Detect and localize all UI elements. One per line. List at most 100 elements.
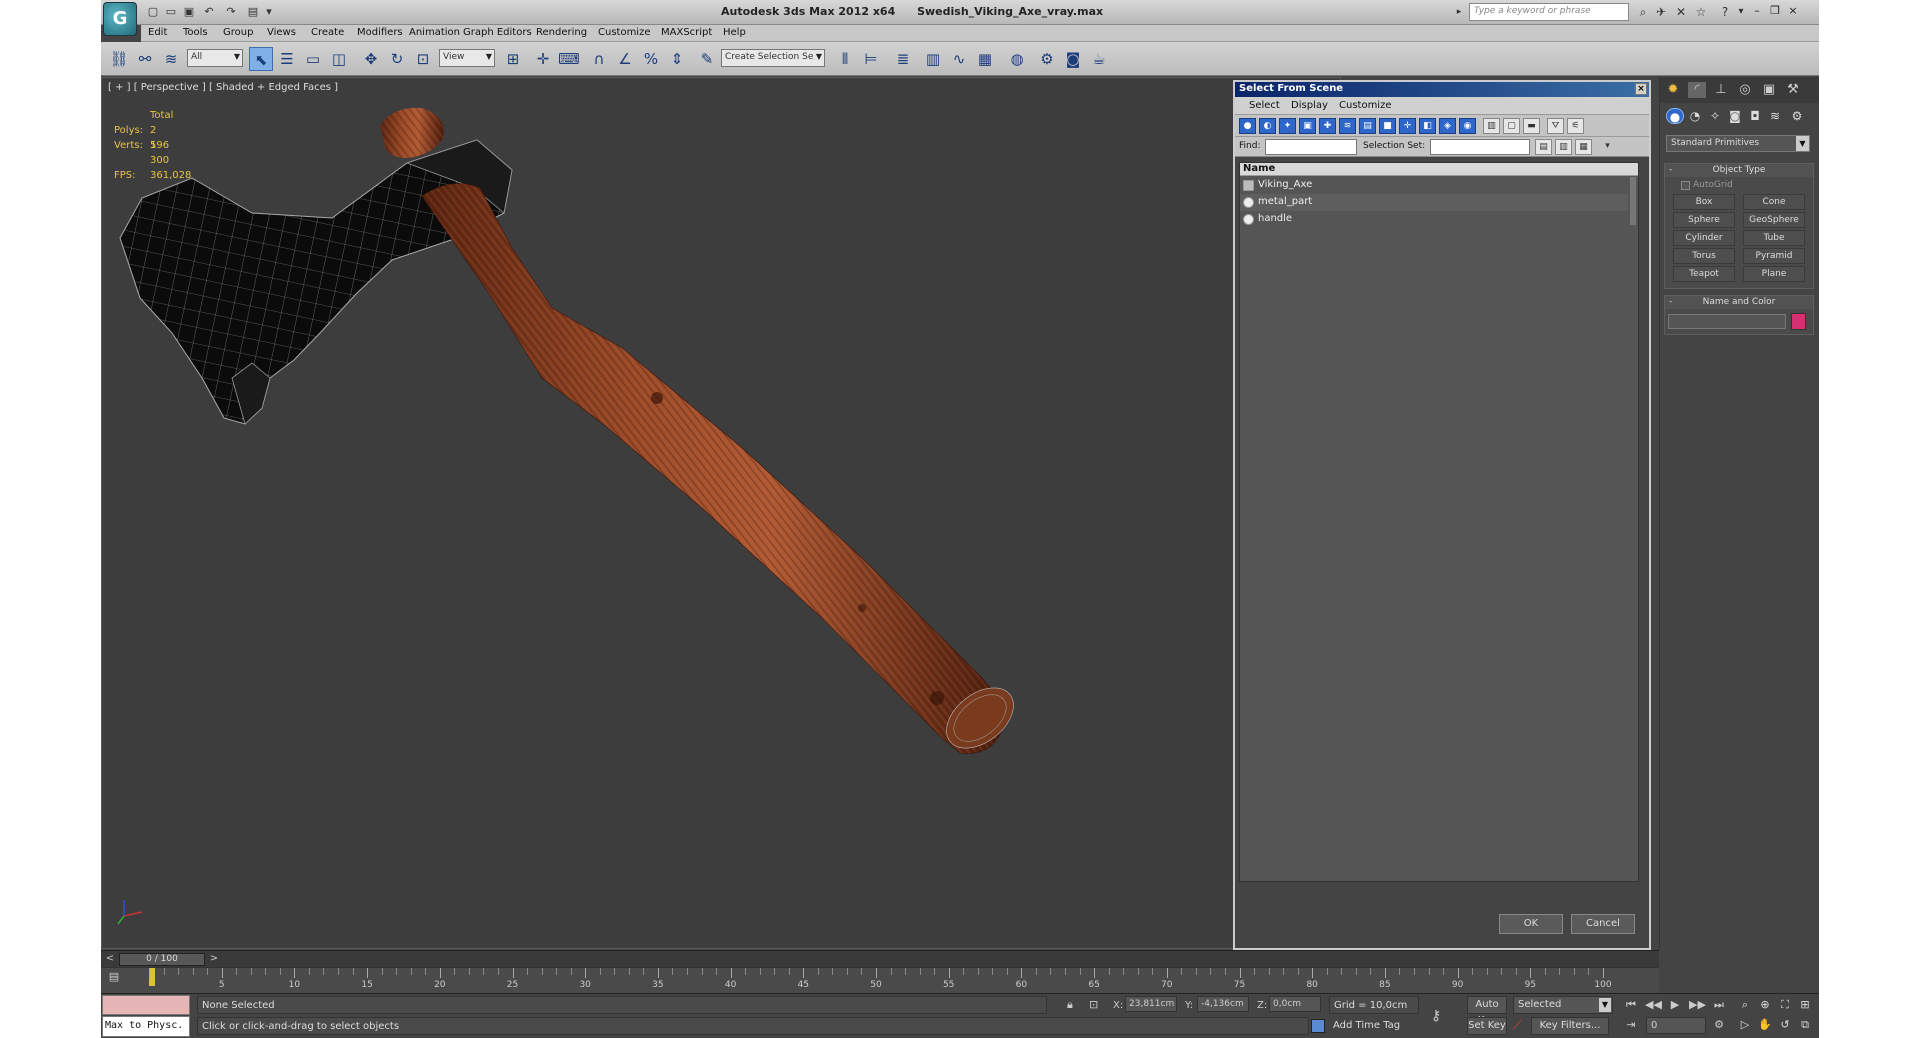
geosphere-button[interactable]: GeoSphere bbox=[1743, 212, 1805, 228]
z-coord-input[interactable]: 0,0cm bbox=[1269, 996, 1321, 1012]
display-hidden-icon[interactable]: ◉ bbox=[1459, 118, 1476, 134]
render-production-icon[interactable]: ☕ bbox=[1087, 47, 1111, 71]
filter-icon[interactable]: ⛛ bbox=[1547, 118, 1564, 134]
cylinder-button[interactable]: Cylinder bbox=[1673, 230, 1735, 246]
list-item[interactable]: Viking_Axe bbox=[1240, 177, 1628, 194]
name-and-color-header[interactable]: - Name and Color bbox=[1665, 296, 1813, 309]
close-icon[interactable]: × bbox=[1785, 4, 1801, 18]
display-bones-icon[interactable]: ✛ bbox=[1399, 118, 1416, 134]
go-to-start-icon[interactable]: ⏮ bbox=[1623, 997, 1639, 1013]
primitive-type-dropdown[interactable]: Standard Primitives bbox=[1666, 135, 1810, 152]
display-containers-icon[interactable]: ◧ bbox=[1419, 118, 1436, 134]
pyramid-button[interactable]: Pyramid bbox=[1743, 248, 1805, 264]
communication-icon[interactable]: ✕ bbox=[1673, 4, 1689, 20]
menu-edit[interactable]: Edit bbox=[148, 27, 167, 38]
set-key-button[interactable]: Set Key bbox=[1467, 1017, 1507, 1035]
autogrid-checkbox[interactable]: AutoGrid bbox=[1681, 180, 1733, 190]
auto-key-button[interactable]: Auto Key bbox=[1467, 996, 1507, 1026]
menu-tools[interactable]: Tools bbox=[183, 27, 208, 38]
perspective-viewport[interactable]: [ + ] [ Perspective ] [ Shaded + Edged F… bbox=[101, 77, 1341, 949]
project-folder-icon[interactable]: ▤ bbox=[245, 5, 261, 19]
selection-set-remove-icon[interactable]: ▦ bbox=[1575, 139, 1592, 155]
display-invert-icon[interactable]: ▬ bbox=[1523, 118, 1540, 134]
menu-maxscript[interactable]: MAXScript bbox=[661, 27, 712, 38]
name-column-header[interactable]: Name bbox=[1240, 163, 1638, 176]
list-item[interactable]: handle bbox=[1240, 211, 1628, 228]
expand-search-icon[interactable]: ▸ bbox=[1451, 4, 1467, 20]
graphite-modeling-tools-icon[interactable]: ▥ bbox=[921, 47, 945, 71]
maxscript-listener-input[interactable]: Max to Physc. bbox=[102, 1016, 190, 1037]
minimize-icon[interactable]: – bbox=[1749, 4, 1765, 18]
geometry-category-icon[interactable]: ● bbox=[1666, 108, 1684, 124]
go-to-end-icon[interactable]: ⏭ bbox=[1711, 997, 1727, 1013]
menu-create[interactable]: Create bbox=[311, 27, 344, 38]
torus-button[interactable]: Torus bbox=[1673, 248, 1735, 264]
selection-set-dropdown[interactable] bbox=[1430, 139, 1530, 155]
maximize-viewport-icon[interactable]: ⧉ bbox=[1797, 1017, 1813, 1033]
named-selection-sets-dropdown[interactable]: Create Selection Se bbox=[721, 49, 825, 67]
align-icon[interactable]: ⊨ bbox=[859, 47, 883, 71]
orbit-icon[interactable]: ↺ bbox=[1777, 1017, 1793, 1033]
angle-snap-icon[interactable]: ∠ bbox=[613, 47, 637, 71]
teapot-button[interactable]: Teapot bbox=[1673, 266, 1735, 282]
list-scrollbar[interactable] bbox=[1630, 177, 1636, 225]
time-slider[interactable]: 0 / 100 bbox=[119, 953, 205, 966]
display-groups-icon[interactable]: ▤ bbox=[1359, 118, 1376, 134]
zoom-icon[interactable]: ⌕ bbox=[1737, 997, 1753, 1013]
list-item[interactable]: metal_part bbox=[1240, 194, 1628, 211]
open-file-icon[interactable]: ▭ bbox=[163, 5, 179, 19]
autogrid-box[interactable] bbox=[1681, 181, 1690, 190]
render-setup-icon[interactable]: ⚙ bbox=[1035, 47, 1059, 71]
zoom-all-icon[interactable]: ⊕ bbox=[1757, 997, 1773, 1013]
new-file-icon[interactable]: ▢ bbox=[145, 5, 161, 19]
layer-manager-icon[interactable]: ≣ bbox=[891, 47, 915, 71]
key-filters-button[interactable]: Key Filters... bbox=[1531, 1017, 1609, 1035]
bind-to-space-warp-icon[interactable]: ≋ bbox=[159, 47, 183, 71]
subscription-icon[interactable]: ✈ bbox=[1653, 4, 1669, 20]
x-coord-input[interactable]: 23,811cm bbox=[1125, 996, 1177, 1012]
reference-coordinate-dropdown[interactable]: View bbox=[439, 49, 495, 67]
percent-snap-icon[interactable]: % bbox=[639, 47, 663, 71]
display-none-icon[interactable]: ▢ bbox=[1503, 118, 1520, 134]
key-selection-dropdown[interactable]: Selected bbox=[1513, 996, 1613, 1014]
dialog-menu-display[interactable]: Display bbox=[1291, 100, 1328, 111]
sphere-button[interactable]: Sphere bbox=[1673, 212, 1735, 228]
display-xrefs-icon[interactable]: ■ bbox=[1379, 118, 1396, 134]
display-frozen-icon[interactable]: ◈ bbox=[1439, 118, 1456, 134]
menu-modifiers[interactable]: Modifiers bbox=[357, 27, 403, 38]
motion-tab-icon[interactable]: ◎ bbox=[1736, 82, 1754, 98]
dialog-title-bar[interactable]: Select From Scene × bbox=[1235, 82, 1649, 97]
menu-help[interactable]: Help bbox=[723, 27, 746, 38]
y-coord-input[interactable]: -4,136cm bbox=[1197, 996, 1249, 1012]
selection-set-edit-icon[interactable]: ▥ bbox=[1555, 139, 1572, 155]
select-and-rotate-icon[interactable]: ↻ bbox=[385, 47, 409, 71]
dialog-menu-customize[interactable]: Customize bbox=[1339, 100, 1392, 111]
menu-customize[interactable]: Customize bbox=[598, 27, 651, 38]
mirror-icon[interactable]: ⫴ bbox=[833, 47, 857, 71]
display-all-icon[interactable]: ▥ bbox=[1483, 118, 1500, 134]
binoculars-icon[interactable]: ⌕ bbox=[1635, 4, 1651, 20]
shapes-category-icon[interactable]: ◔ bbox=[1686, 108, 1704, 124]
menu-animation[interactable]: Animation bbox=[409, 27, 460, 38]
time-configuration-icon[interactable]: ⚙ bbox=[1711, 1017, 1727, 1033]
systems-category-icon[interactable]: ⚙ bbox=[1788, 108, 1806, 124]
track-bar[interactable]: ▤ 5 10 15 20 25 30 35 40 45 50 55 60 65 70 75 80 85 90 95 1… bbox=[101, 967, 1659, 993]
viking-axe-model[interactable] bbox=[102, 78, 1340, 948]
undo-icon[interactable]: ↶ bbox=[201, 5, 217, 19]
material-editor-icon[interactable]: ◍ bbox=[1005, 47, 1029, 71]
menu-group[interactable]: Group bbox=[223, 27, 253, 38]
snaps-toggle-icon[interactable]: ∩ bbox=[587, 47, 611, 71]
restore-icon[interactable]: ❐ bbox=[1767, 4, 1783, 18]
select-and-move-icon[interactable]: ✥ bbox=[359, 47, 383, 71]
rendered-frame-window-icon[interactable]: ◙ bbox=[1061, 47, 1085, 71]
display-space-warps-icon[interactable]: ≋ bbox=[1339, 118, 1356, 134]
absolute-mode-icon[interactable]: ⊡ bbox=[1089, 998, 1098, 1011]
display-lights-icon[interactable]: ✦ bbox=[1279, 118, 1296, 134]
dialog-close-icon[interactable]: × bbox=[1635, 83, 1647, 95]
utilities-tab-icon[interactable]: ⚒ bbox=[1784, 82, 1802, 98]
select-and-scale-icon[interactable]: ⊡ bbox=[411, 47, 435, 71]
save-file-icon[interactable]: ▣ bbox=[181, 5, 197, 19]
pan-view-icon[interactable]: ✋ bbox=[1757, 1017, 1773, 1033]
current-frame-input[interactable]: 0 bbox=[1646, 1017, 1706, 1034]
set-keys-key-icon[interactable]: ⚷ bbox=[1431, 1008, 1441, 1024]
